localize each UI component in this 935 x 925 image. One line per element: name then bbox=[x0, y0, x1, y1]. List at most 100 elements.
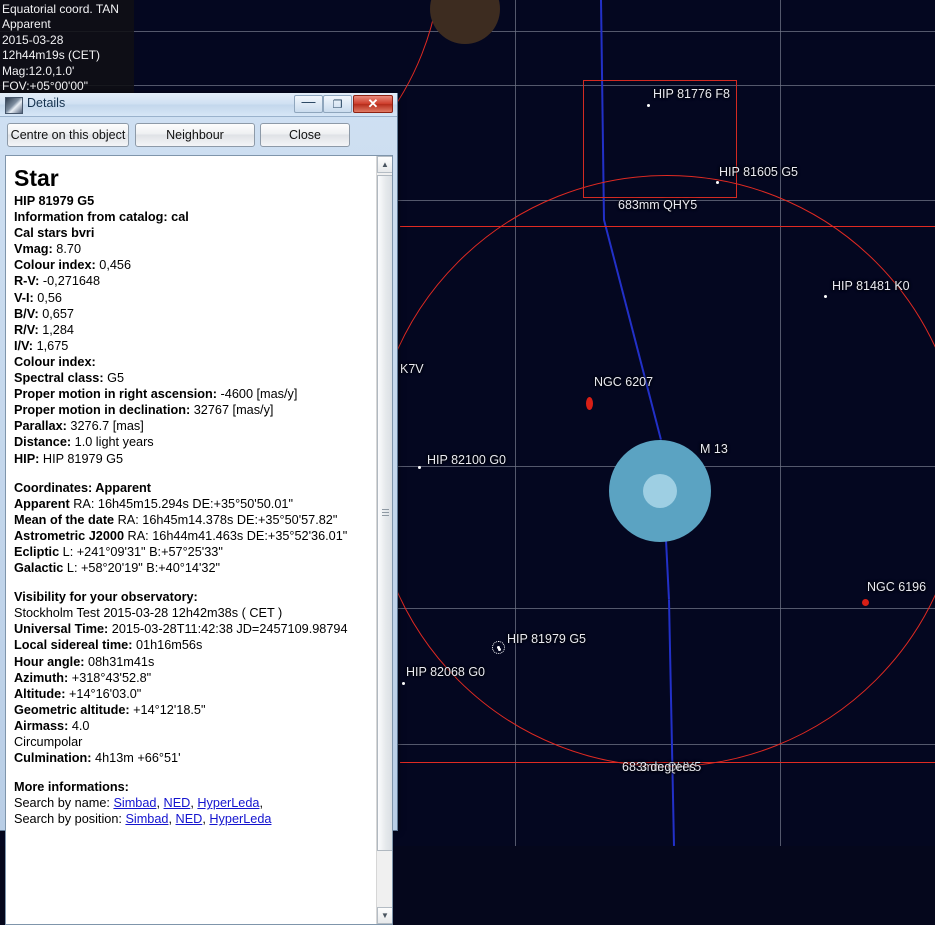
nebula-object-brown[interactable] bbox=[430, 0, 500, 44]
visibility-list: Stockholm Test 2015-03-28 12h42m38s ( CE… bbox=[14, 605, 379, 766]
sky-label-m-13: M 13 bbox=[700, 442, 728, 456]
property-value: 32767 [mas/y] bbox=[190, 403, 274, 418]
property-label: HIP 81979 G5 bbox=[14, 194, 95, 208]
property-value: 0,456 bbox=[95, 258, 132, 273]
details-scroll-pane[interactable]: Star HIP 81979 G5 Information from catalo… bbox=[5, 155, 393, 925]
sky-label-hip-82100-g0: HIP 82100 G0 bbox=[427, 453, 506, 467]
property-value: 0,56 bbox=[33, 290, 62, 305]
property-value: -4600 [mas/y] bbox=[217, 387, 298, 402]
close-window-button[interactable]: ✕ bbox=[353, 95, 393, 113]
selected-object-marker bbox=[492, 641, 505, 654]
neighbour-button[interactable]: Neighbour bbox=[135, 123, 255, 147]
sky-label-683mm-qhy5: 683mm QHY5 bbox=[618, 198, 698, 212]
property-value: RA: 16h45m14.378s DE:+35°50'57.82" bbox=[114, 512, 338, 527]
deep-sky-object-0[interactable] bbox=[586, 397, 593, 410]
star-marker-4[interactable] bbox=[402, 682, 405, 685]
ned-name-link[interactable]: NED bbox=[164, 796, 191, 810]
visibility-row-2: Local sidereal time: 01h16m56s bbox=[14, 637, 379, 653]
property-label: R/V: bbox=[14, 322, 39, 337]
maximize-button[interactable]: ❐ bbox=[323, 95, 352, 113]
sky-label-k7v: K7V bbox=[400, 362, 424, 376]
property-value: 1,284 bbox=[38, 322, 74, 337]
scroll-up-arrow-icon[interactable]: ▲ bbox=[377, 156, 392, 173]
visibility-row-8: Circumpolar bbox=[14, 734, 379, 750]
hyperleda-name-link[interactable]: HyperLeda bbox=[197, 796, 259, 810]
star-marker-1[interactable] bbox=[716, 181, 719, 184]
property-value: RA: 16h44m41.463s DE:+35°52'36.01" bbox=[124, 528, 348, 543]
property-label: Universal Time: bbox=[14, 622, 109, 637]
sky-label-hip-81776-f8: HIP 81776 F8 bbox=[653, 87, 730, 101]
property-label: Distance: bbox=[14, 435, 72, 450]
sky-label-hip-81979-g5: HIP 81979 G5 bbox=[507, 632, 586, 646]
messier-13-core bbox=[643, 474, 677, 508]
property-label: I/V: bbox=[14, 338, 34, 353]
property-value: L: +241°09'31" B:+57°25'33" bbox=[59, 544, 223, 559]
overlay-line-magnitude: Mag:12.0,1.0' bbox=[2, 63, 75, 78]
search-by-position-label: Search by position: bbox=[14, 812, 126, 827]
visibility-row-1: Universal Time: 2015-03-28T11:42:38 JD=2… bbox=[14, 621, 379, 637]
coordinate-row-1: Mean of the date RA: 16h45m14.378s DE:+3… bbox=[14, 512, 379, 528]
property-value: 08h31m41s bbox=[84, 654, 155, 669]
scrollbar-thumb[interactable] bbox=[377, 175, 392, 851]
scroll-down-arrow-icon[interactable]: ▼ bbox=[377, 907, 392, 924]
sky-label-hip-81481-k0: HIP 81481 K0 bbox=[832, 279, 910, 293]
hyperleda-position-link[interactable]: HyperLeda bbox=[209, 812, 271, 826]
coordinate-row-4: Galactic L: +58°20'19" B:+40°14'32" bbox=[14, 560, 379, 576]
simbad-name-link[interactable]: Simbad bbox=[113, 796, 156, 810]
property-row-4: Colour index: 0,456 bbox=[14, 257, 379, 273]
coordinates-list: Apparent RA: 16h45m15.294s DE:+35°50'50.… bbox=[14, 496, 379, 576]
vertical-scrollbar[interactable]: ▲ ▼ bbox=[376, 156, 392, 924]
visibility-row-7: Airmass: 4.0 bbox=[14, 718, 379, 734]
property-label: Apparent bbox=[14, 496, 70, 511]
window-title-bar[interactable]: Details — ❐ ✕ bbox=[0, 93, 397, 117]
property-row-0: HIP 81979 G5 bbox=[14, 193, 379, 209]
close-button[interactable]: Close bbox=[260, 123, 350, 147]
window-title: Details bbox=[27, 96, 66, 110]
property-label: Proper motion in declination: bbox=[14, 403, 191, 418]
overlay-line-time: 12h44m19s (CET) bbox=[2, 48, 101, 63]
property-value: L: +58°20'19" B:+40°14'32" bbox=[63, 561, 221, 576]
property-row-6: V-I: 0,56 bbox=[14, 290, 379, 306]
minimize-icon: — bbox=[301, 92, 316, 109]
property-row-15: Distance: 1.0 light years bbox=[14, 434, 379, 450]
visibility-row-3: Hour angle: 08h31m41s bbox=[14, 654, 379, 670]
scrollbar-grip-icon bbox=[382, 509, 389, 517]
visibility-row-4: Azimuth: +318°43'52.8" bbox=[14, 670, 379, 686]
property-label: Parallax: bbox=[14, 419, 67, 434]
visibility-heading: Visibility for your observatory: bbox=[14, 590, 198, 605]
property-label: HIP: bbox=[14, 451, 40, 466]
star-marker-3[interactable] bbox=[418, 466, 421, 469]
property-value: +14°12'18.5" bbox=[129, 702, 206, 717]
overlay-line-date: 2015-03-28 bbox=[2, 32, 64, 47]
minimize-button[interactable]: — bbox=[294, 92, 323, 113]
property-value: +318°43'52.8" bbox=[68, 670, 152, 685]
property-row-5: R-V: -0,271648 bbox=[14, 273, 379, 289]
property-label: V-I: bbox=[14, 290, 34, 305]
property-value: Stockholm Test 2015-03-28 12h42m38s ( CE… bbox=[14, 606, 283, 621]
star-marker-2[interactable] bbox=[824, 295, 827, 298]
property-label: Vmag: bbox=[14, 242, 53, 257]
star-marker-0[interactable] bbox=[647, 104, 650, 107]
property-label: Hour angle: bbox=[14, 654, 85, 669]
simbad-position-link[interactable]: Simbad bbox=[125, 812, 168, 826]
visibility-row-6: Geometric altitude: +14°12'18.5" bbox=[14, 702, 379, 718]
property-row-14: Parallax: 3276.7 [mas] bbox=[14, 418, 379, 434]
sky-label-hip-82068-g0: HIP 82068 G0 bbox=[406, 665, 485, 679]
property-value: +14°16'03.0" bbox=[65, 686, 142, 701]
property-row-7: B/V: 0,657 bbox=[14, 306, 379, 322]
property-value: RA: 16h45m15.294s DE:+35°50'50.01" bbox=[69, 496, 293, 511]
maximize-icon: ❐ bbox=[332, 98, 343, 111]
property-row-1: Information from catalog: cal bbox=[14, 209, 379, 225]
ned-position-link[interactable]: NED bbox=[176, 812, 203, 826]
property-value: 2015-03-28T11:42:38 JD=2457109.98794 bbox=[108, 622, 348, 637]
property-label: Ecliptic bbox=[14, 544, 60, 559]
property-value: 0,657 bbox=[38, 306, 74, 321]
coordinate-row-0: Apparent RA: 16h45m15.294s DE:+35°50'50.… bbox=[14, 496, 379, 512]
deep-sky-object-1[interactable] bbox=[862, 599, 869, 606]
property-row-10: Colour index: bbox=[14, 354, 379, 370]
coordinate-row-2: Astrometric J2000 RA: 16h44m41.463s DE:+… bbox=[14, 528, 379, 544]
property-label: Mean of the date bbox=[14, 512, 115, 527]
centre-on-this-object-button[interactable]: Centre on this object bbox=[7, 123, 129, 147]
